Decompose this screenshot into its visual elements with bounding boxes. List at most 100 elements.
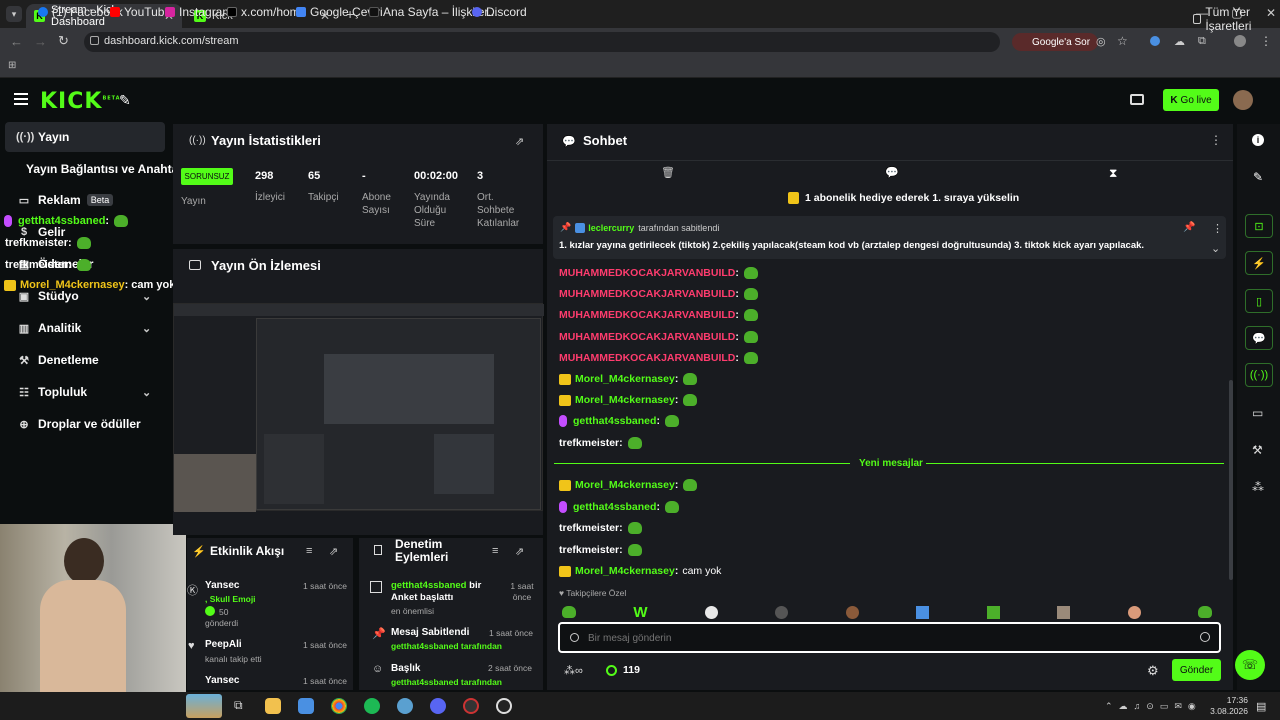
system-tray[interactable]: ⌃☁♫⊙▭✉◉: [1105, 701, 1202, 712]
chat-message[interactable]: MUHAMMEDKOCAKJARVANBUILD:: [559, 306, 758, 324]
chat-message[interactable]: getthat4ssbaned:: [559, 498, 679, 516]
chat-scrollbar[interactable]: [1229, 380, 1233, 580]
chat-username[interactable]: trefkmeister: [559, 522, 619, 534]
emote-icon[interactable]: [705, 605, 719, 619]
spotify-icon[interactable]: [364, 698, 380, 714]
sidebar-item-droplar[interactable]: ⊕ Droplar ve ödüller: [16, 414, 140, 434]
site-info-icon[interactable]: [90, 36, 99, 45]
gift-banner[interactable]: 1 abonelik hediye ederek 1. sıraya yükse…: [788, 192, 1019, 204]
file-explorer-icon[interactable]: [265, 698, 281, 714]
apps-icon[interactable]: ⊞: [8, 60, 16, 71]
community-icon[interactable]: ⁂: [1252, 480, 1264, 494]
chat-message[interactable]: Morel_M4ckernasey: cam yok: [559, 562, 721, 580]
sidebar-item-analitik[interactable]: ▥ Analitik ⌄: [16, 318, 151, 338]
app-icon[interactable]: [298, 698, 314, 714]
studio-icon[interactable]: [1130, 94, 1144, 105]
w-emote-icon[interactable]: W: [633, 604, 647, 621]
emote-icon[interactable]: [1127, 605, 1141, 619]
chat-message[interactable]: Morel_M4ckernasey:: [559, 476, 698, 494]
sidebar-item-stream-key[interactable]: Yayın Bağlantısı ve Anahtarı: [26, 159, 186, 179]
google-ask-button[interactable]: Google'a Sor: [1012, 33, 1099, 51]
trash-icon[interactable]: 🗑: [661, 166, 675, 179]
back-icon[interactable]: ←: [10, 34, 23, 49]
preview-panel-icon[interactable]: ▭: [1252, 406, 1263, 420]
chat-username[interactable]: Morel_M4ckernasey: [575, 373, 675, 385]
emote-icon[interactable]: [916, 605, 930, 619]
forward-icon[interactable]: →: [34, 34, 47, 49]
task-view-icon[interactable]: ⧉: [234, 698, 243, 713]
chat-username[interactable]: Morel_M4ckernasey: [575, 394, 675, 406]
smiley-icon[interactable]: [1200, 632, 1210, 642]
chat-username[interactable]: MUHAMMEDKOCAKJARVANBUILD: [559, 267, 735, 279]
chat-message[interactable]: getthat4ssbaned:: [559, 412, 679, 430]
reload-icon[interactable]: ↻: [58, 33, 69, 49]
eye-off-icon[interactable]: ◎: [1096, 35, 1106, 48]
hamburger-menu-icon[interactable]: [14, 93, 28, 105]
help-chat-button[interactable]: ☏: [1235, 650, 1265, 680]
bookmark-instagram[interactable]: Instagram: [165, 5, 232, 19]
popout-icon[interactable]: ⇗: [515, 545, 524, 558]
unpin-icon[interactable]: 📌: [1183, 222, 1195, 233]
emote-icon[interactable]: [775, 605, 789, 619]
broadcast-panel-icon[interactable]: ((·)): [1245, 363, 1273, 387]
chat-bubble-icon[interactable]: 💬: [885, 166, 899, 179]
go-live-button[interactable]: K Go live: [1163, 89, 1219, 111]
chat-message[interactable]: MUHAMMEDKOCAKJARVANBUILD:: [559, 285, 758, 303]
chat-username[interactable]: MUHAMMEDKOCAKJARVANBUILD: [559, 352, 735, 364]
filter-icon[interactable]: ≡: [492, 545, 498, 557]
chat-message[interactable]: MUHAMMEDKOCAKJARVANBUILD:: [559, 328, 758, 346]
app-icon[interactable]: [397, 698, 413, 714]
chat-message[interactable]: trefkmeister:: [559, 434, 642, 452]
chat-message[interactable]: Morel_M4ckernasey:: [559, 391, 698, 409]
extension-2-icon[interactable]: ☁: [1174, 35, 1185, 48]
pin-tool-icon[interactable]: ✎: [119, 92, 131, 109]
kick-points[interactable]: 119: [606, 664, 640, 676]
lightning-icon[interactable]: ⚡: [1245, 251, 1273, 275]
wrench-icon[interactable]: ⚒: [1252, 443, 1263, 457]
kick-logo[interactable]: KICKBETA: [40, 89, 121, 114]
chat-message[interactable]: trefkmeister:: [559, 519, 642, 537]
chat-menu-icon[interactable]: ⋮: [1210, 133, 1222, 147]
obs-icon[interactable]: [463, 698, 479, 714]
extension-icon[interactable]: [1150, 36, 1160, 46]
popout-icon[interactable]: ⇗: [515, 135, 524, 148]
emote-icon[interactable]: [1197, 606, 1212, 618]
chat-message[interactable]: MUHAMMEDKOCAKJARVANBUILD:: [559, 264, 758, 282]
chat-username[interactable]: getthat4ssbaned: [573, 501, 656, 513]
users-icon[interactable]: ⁂∞: [564, 664, 583, 677]
puzzle-icon[interactable]: ⧉: [1198, 35, 1206, 48]
chat-username[interactable]: Morel_M4ckernasey: [575, 479, 675, 491]
filter-icon[interactable]: ≡: [306, 545, 312, 557]
hourglass-icon[interactable]: ⧗: [1109, 166, 1117, 181]
chat-username[interactable]: trefkmeister: [559, 437, 619, 449]
emote-icon[interactable]: [845, 605, 859, 619]
emote-icon[interactable]: [1057, 605, 1071, 619]
chat-username[interactable]: getthat4ssbaned: [573, 415, 656, 427]
chrome-icon[interactable]: [331, 698, 347, 714]
app-icon[interactable]: [496, 698, 512, 714]
stream-preview-video[interactable]: [173, 303, 544, 512]
send-button[interactable]: Gönder: [1172, 659, 1221, 681]
all-bookmarks[interactable]: Tüm Yer İşaretleri: [1193, 5, 1280, 33]
sidebar-item-denetleme[interactable]: ⚒ Denetleme: [16, 350, 99, 370]
chat-username[interactable]: MUHAMMEDKOCAKJARVANBUILD: [559, 331, 735, 343]
bookmark-youtube[interactable]: YouTube: [110, 5, 171, 19]
emote-picker-icon[interactable]: [570, 633, 579, 642]
tab-search-icon[interactable]: ▾: [6, 6, 22, 22]
settings-gear-icon[interactable]: ⚙: [1147, 663, 1159, 679]
star-icon[interactable]: ☆: [1117, 34, 1128, 48]
pinned-menu-icon[interactable]: ⋮: [1212, 222, 1223, 235]
chat-message[interactable]: Morel_M4ckernasey:: [559, 370, 698, 388]
emote-icon[interactable]: [562, 606, 576, 618]
menu-dots-icon[interactable]: ⋮: [1260, 34, 1272, 48]
user-avatar[interactable]: [1233, 90, 1253, 110]
bookmark-discord[interactable]: Discord: [472, 5, 527, 19]
chat-panel-icon[interactable]: 💬: [1245, 326, 1273, 350]
chat-message-input[interactable]: [588, 629, 1188, 647]
fullscreen-icon[interactable]: ⊡: [1245, 214, 1273, 238]
url-field[interactable]: dashboard.kick.com/stream: [84, 32, 1000, 52]
emote-icon[interactable]: [986, 605, 1000, 619]
sidebar-item-reklam[interactable]: ▭ Reklam Beta: [16, 190, 114, 210]
chat-message[interactable]: MUHAMMEDKOCAKJARVANBUILD:: [559, 349, 758, 367]
chat-username[interactable]: Morel_M4ckernasey: [575, 565, 675, 577]
